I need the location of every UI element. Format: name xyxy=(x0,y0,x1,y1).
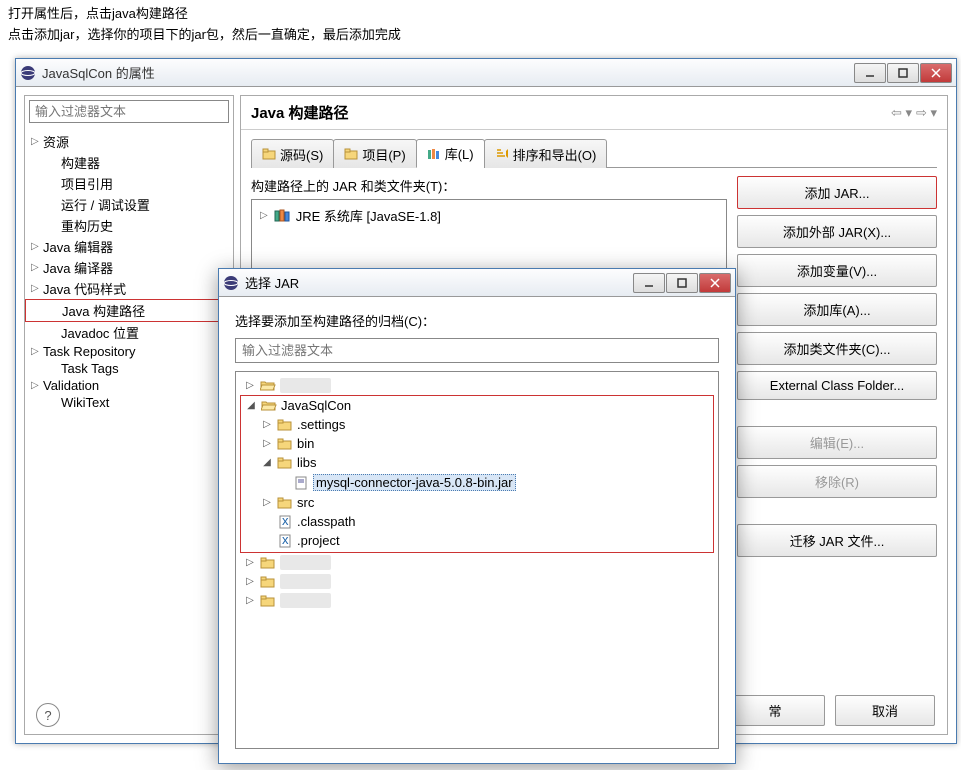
tree-item-Java 构建路径[interactable]: Java 构建路径 xyxy=(25,299,233,322)
button-column: 添加 JAR... 添加外部 JAR(X)... 添加变量(V)... 添加库(A).… xyxy=(737,176,937,726)
tab-源码(S)[interactable]: 源码(S) xyxy=(251,139,334,168)
ok-button[interactable]: 常 xyxy=(725,695,825,726)
tree-item-构建器[interactable]: 构建器 xyxy=(25,152,233,173)
dialog-title: 选择 JAR xyxy=(245,273,633,292)
jre-label: JRE 系统库 [JavaSE-1.8] xyxy=(296,206,441,225)
file-tree-item[interactable]: x.classpath xyxy=(241,512,713,531)
btn-External Class Folder...[interactable]: External Class Folder... xyxy=(737,371,937,400)
tree-item-WikiText[interactable]: WikiText xyxy=(25,394,233,411)
file-tree-item[interactable]: ▷ xyxy=(240,376,714,395)
window-title: JavaSqlCon 的属性 xyxy=(42,63,854,82)
btn-编辑(E)...[interactable]: 编辑(E)... xyxy=(737,426,937,459)
tree-item-重构历史[interactable]: 重构历史 xyxy=(25,215,233,236)
jar-filter-input[interactable] xyxy=(235,338,719,363)
tree-item-资源[interactable]: ▷资源 xyxy=(25,131,233,152)
close-button[interactable] xyxy=(920,63,952,83)
select-jar-dialog: 选择 JAR 选择要添加至构建路径的归档(C)： ▷ ◢JavaSqlCon▷.… xyxy=(218,268,736,764)
left-panel: ▷资源构建器项目引用运行 / 调试设置重构历史▷Java 编辑器▷Java 编译… xyxy=(24,95,234,735)
tree-item-Java 代码样式[interactable]: ▷Java 代码样式 xyxy=(25,278,233,299)
help-icon[interactable]: ? xyxy=(36,703,60,727)
tree-item-Task Tags[interactable]: Task Tags xyxy=(25,360,233,377)
eclipse-icon xyxy=(223,275,239,291)
tree-item-项目引用[interactable]: 项目引用 xyxy=(25,173,233,194)
file-tree-item[interactable]: ◢JavaSqlCon xyxy=(241,396,713,415)
tree-item-Java 编辑器[interactable]: ▷Java 编辑器 xyxy=(25,236,233,257)
file-tree-item[interactable]: ▷bin xyxy=(241,434,713,453)
tree-item-Javadoc 位置[interactable]: Javadoc 位置 xyxy=(25,322,233,343)
dialog-prompt: 选择要添加至构建路径的归档(C)： xyxy=(235,311,719,330)
cancel-button[interactable]: 取消 xyxy=(835,695,935,726)
file-tree-item[interactable]: x.project xyxy=(241,531,713,550)
minimize-button[interactable] xyxy=(854,63,886,83)
category-tree[interactable]: ▷资源构建器项目引用运行 / 调试设置重构历史▷Java 编辑器▷Java 编译… xyxy=(25,127,233,734)
btn-添加类文件夹(C)...[interactable]: 添加类文件夹(C)... xyxy=(737,332,937,365)
tab-排序和导出(O)[interactable]: 排序和导出(O) xyxy=(484,139,608,168)
nav-forward[interactable]: ⇨ ▾ xyxy=(916,105,937,121)
tree-item-Task Repository[interactable]: ▷Task Repository xyxy=(25,343,233,360)
btn-添加变量(V)...[interactable]: 添加变量(V)... xyxy=(737,254,937,287)
btn-添加外部 JAR(X)...[interactable]: 添加外部 JAR(X)... xyxy=(737,215,937,248)
instruction-text: 打开属性后，点击java构建路径 点击添加jar，选择你的项目下的jar包，然后… xyxy=(0,0,961,50)
file-tree-item[interactable]: ▷ xyxy=(240,572,714,591)
page-title: Java 构建路径 xyxy=(251,102,891,123)
close-button[interactable] xyxy=(699,273,731,293)
svg-text:x: x xyxy=(282,515,289,528)
file-tree-item[interactable]: ▷.settings xyxy=(241,415,713,434)
tabs-row: 源码(S)项目(P)库(L)排序和导出(O) xyxy=(251,138,937,168)
file-tree-item[interactable]: ◢libs xyxy=(241,453,713,472)
tree-item-运行 / 调试设置[interactable]: 运行 / 调试设置 xyxy=(25,194,233,215)
maximize-button[interactable] xyxy=(887,63,919,83)
tree-item-Java 编译器[interactable]: ▷Java 编译器 xyxy=(25,257,233,278)
eclipse-icon xyxy=(20,65,36,81)
nav-back[interactable]: ⇦ ▾ xyxy=(891,105,912,121)
btn-移除(R)[interactable]: 移除(R) xyxy=(737,465,937,498)
btn-添加 JAR...[interactable]: 添加 JAR... xyxy=(737,176,937,209)
tab-项目(P)[interactable]: 项目(P) xyxy=(333,139,416,168)
tab-库(L)[interactable]: 库(L) xyxy=(416,139,485,168)
minimize-button[interactable] xyxy=(633,273,665,293)
maximize-button[interactable] xyxy=(666,273,698,293)
file-tree-item[interactable]: ▷src xyxy=(241,493,713,512)
file-tree-item[interactable]: ▷ xyxy=(240,591,714,610)
jre-library-row[interactable]: ▷ JRE 系统库 [JavaSE-1.8] xyxy=(256,204,722,227)
filter-input[interactable] xyxy=(29,100,229,123)
tree-item-Validation[interactable]: ▷Validation xyxy=(25,377,233,394)
list-label: 构建路径上的 JAR 和类文件夹(T)： xyxy=(251,176,727,195)
svg-text:x: x xyxy=(282,534,289,547)
btn-迁移 JAR 文件...[interactable]: 迁移 JAR 文件... xyxy=(737,524,937,557)
file-tree-item[interactable]: mysql-connector-java-5.0.8-bin.jar xyxy=(241,472,713,493)
library-icon xyxy=(274,209,290,223)
file-tree[interactable]: ▷ ◢JavaSqlCon▷.settings▷bin◢libsmysql-co… xyxy=(235,371,719,749)
btn-添加库(A)...[interactable]: 添加库(A)... xyxy=(737,293,937,326)
properties-titlebar: JavaSqlCon 的属性 xyxy=(16,59,956,87)
file-tree-item[interactable]: ▷ xyxy=(240,553,714,572)
